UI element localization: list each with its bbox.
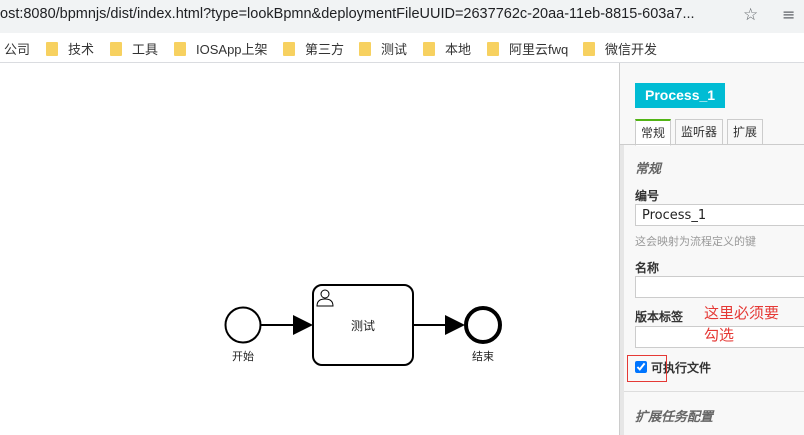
bookmark-label: 公司: [4, 42, 31, 57]
annotation-line-1: 这里必须要: [704, 304, 780, 322]
section-extension-title: 扩展任务配置: [635, 410, 714, 425]
name-input[interactable]: [635, 276, 804, 298]
reading-list-icon[interactable]: ≡: [782, 5, 795, 24]
bookmark-label: 阿里云fwq: [509, 42, 569, 57]
properties-tabs: 常规 监听器 扩展: [635, 119, 767, 146]
id-label: 编号: [635, 189, 660, 203]
bookmark-gongju[interactable]: 工具: [110, 39, 158, 58]
address-bar: ost:8080/bpmnjs/dist/index.html?type=loo…: [0, 0, 804, 33]
folder-icon: [283, 41, 295, 56]
folder-icon: [174, 41, 186, 56]
bookmark-disanfang[interactable]: 第三方: [283, 39, 344, 58]
id-description: 这会映射为流程定义的键: [635, 235, 756, 248]
bookmark-label: 微信开发: [605, 42, 658, 57]
section-general-title: 常规: [635, 162, 662, 177]
annotation-highlight-box: [627, 355, 667, 382]
bookmark-label: 工具: [132, 42, 159, 57]
start-event[interactable]: [224, 306, 262, 344]
folder-icon: [46, 41, 58, 56]
bpmn-diagram: [224, 284, 502, 366]
bookmark-label: 本地: [445, 42, 472, 57]
tab-general[interactable]: 常规: [635, 119, 672, 146]
bookmark-ceshi[interactable]: 测试: [359, 39, 407, 58]
bookmark-bendi[interactable]: 本地: [423, 39, 471, 58]
bookmark-label: 第三方: [305, 42, 345, 57]
bookmark-jishu[interactable]: 技术: [46, 39, 94, 58]
bookmark-weixin[interactable]: 微信开发: [583, 39, 657, 58]
end-event-label: 结束: [472, 350, 494, 363]
user-task-label: 测试: [351, 319, 376, 333]
bookmark-iosapp[interactable]: IOSApp上架: [174, 39, 268, 58]
folder-icon: [487, 41, 499, 56]
end-event[interactable]: [464, 306, 502, 344]
tab-extensions[interactable]: 扩展: [727, 119, 764, 145]
bpmn-canvas[interactable]: 开始 测试 结束: [0, 63, 619, 435]
folder-icon: [423, 41, 435, 56]
bookmark-label: 测试: [381, 42, 408, 57]
bookmark-gongsi[interactable]: 公司: [4, 39, 30, 58]
tab-listeners[interactable]: 监听器: [675, 119, 724, 145]
folder-icon: [110, 41, 122, 56]
section-divider: [624, 391, 804, 392]
name-label: 名称: [635, 261, 660, 275]
id-input[interactable]: [635, 204, 804, 226]
version-tag-label: 版本标签: [635, 310, 684, 324]
annotation-text: 这里必须要 勾选: [704, 302, 779, 346]
bookmark-star-icon[interactable]: ☆: [743, 5, 758, 25]
tab-divider: [620, 144, 804, 145]
folder-icon: [359, 41, 371, 56]
process-title: Process_1: [635, 83, 726, 108]
start-event-label: 开始: [232, 350, 254, 363]
annotation-line-2: 勾选: [704, 326, 735, 344]
bookmarks-bar: 公司 技术 工具 IOSApp上架 第三方 测试 本地 阿里云fwq 微信开发: [0, 33, 804, 63]
bookmark-label: 技术: [68, 42, 95, 57]
url-field[interactable]: ost:8080/bpmnjs/dist/index.html?type=loo…: [0, 6, 736, 22]
folder-icon: [583, 41, 595, 56]
bookmark-aliyun[interactable]: 阿里云fwq: [487, 39, 568, 58]
bookmark-label: IOSApp上架: [196, 42, 268, 57]
